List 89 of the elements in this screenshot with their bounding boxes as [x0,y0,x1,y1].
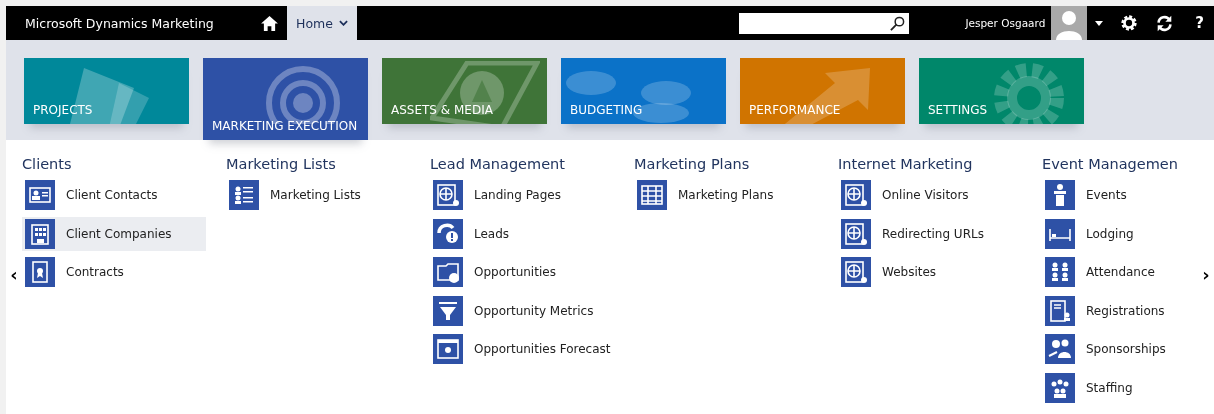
gear-icon [994,63,1064,124]
menu-item[interactable]: Client Companies [22,216,206,251]
home-icon[interactable] [261,15,278,31]
globe-page-icon [841,180,871,210]
item-label: Landing Pages [474,188,561,202]
item-label: Leads [474,226,510,241]
coins-icon [566,71,694,123]
people-icon [1045,334,1075,364]
search-icon[interactable] [890,15,906,31]
bed-icon [1045,218,1075,249]
item-label: Opportunities [474,265,556,279]
item-label: Attendance [1086,265,1155,279]
certificate-icon [25,257,55,287]
item-label: Opportunities Forecast [474,342,611,356]
item-label: Marketing Plans [678,188,774,202]
menu-item[interactable]: Client Contacts [22,178,206,212]
funnel-icon [433,295,463,326]
menu-item[interactable]: Opportunity Metrics [430,293,614,328]
refresh-icon[interactable] [1156,14,1174,32]
app-title: Microsoft Dynamics Marketing [25,15,215,31]
menu-item[interactable]: Marketing Plans [634,178,818,212]
group-heading: Internet Marketing [838,156,974,172]
next-button[interactable]: › [1198,264,1214,285]
menu-item[interactable]: Registrations [1042,293,1198,328]
tile-label: ASSETS & MEDIA [390,103,493,119]
document-icon [1045,295,1075,326]
menu-item[interactable]: Attendance [1042,255,1198,289]
group-heading: Marketing Lists [226,156,337,172]
podium-icon [1045,180,1075,210]
group-heading: Marketing Plans [634,156,751,172]
item-label: Registrations [1086,303,1165,318]
grid-icon [637,180,667,210]
item-label: Contracts [66,265,124,279]
item-label: Opportunity Metrics [474,303,594,318]
item-label: Lodging [1086,226,1134,241]
chevron-icon [338,20,348,26]
tile[interactable]: ASSETS & MEDIA [382,58,547,124]
globe-page-icon [433,180,463,210]
group-icon [1045,372,1075,403]
folder-icon [433,257,463,287]
item-label: Websites [882,265,937,279]
tile-label: BUDGETING [569,103,643,119]
help-button[interactable]: ? [1191,14,1208,32]
item-label: Client Companies [66,226,172,241]
item-label: Marketing Lists [270,188,361,202]
menu-item[interactable]: Websites [838,255,1022,289]
people-icon [1045,257,1075,287]
settings-icon[interactable] [1120,14,1139,32]
tile[interactable]: PROJECTS [24,58,189,124]
previous-button[interactable]: ‹ [6,264,22,285]
globe-page-icon [841,218,871,249]
menu-item[interactable]: Online Visitors [838,178,1022,212]
home-tab[interactable]: Home [287,6,357,40]
caret-icon[interactable] [1095,20,1104,26]
menu-item[interactable]: Events [1042,178,1198,212]
menu-item[interactable]: Contracts [22,255,206,289]
menu-item[interactable]: Marketing Lists [226,178,410,212]
group-heading: Event Managemen [1042,156,1179,172]
user-name[interactable]: Jesper Osgaard [965,17,1046,29]
tile[interactable]: MARKETING EXECUTION [203,58,368,140]
item-label: Online Visitors [882,188,969,202]
menu-item[interactable]: Opportunities Forecast [430,332,614,366]
phone-icon [433,218,463,249]
tile-label: PROJECTS [32,103,93,119]
item-label: Staffing [1086,380,1133,395]
menu-item[interactable]: Opportunities [430,255,614,289]
group-heading: Clients [22,156,73,172]
menu-item[interactable]: Redirecting URLs [838,216,1022,251]
tile-label: PERFORMANCE [748,103,841,119]
tile[interactable]: SETTINGS [919,58,1084,124]
menu-item[interactable]: Leads [430,216,614,251]
item-label: Sponsorships [1086,342,1166,356]
menu-item[interactable]: Landing Pages [430,178,614,212]
contact-card-icon [25,180,55,210]
menu-item[interactable]: Staffing [1042,370,1198,405]
contact-list-icon [229,180,259,210]
group-heading: Lead Management [430,156,566,172]
building-icon [25,218,55,249]
tile-label: MARKETING EXECUTION [211,119,358,135]
menu-item[interactable]: Lodging [1042,216,1198,251]
menu-item[interactable]: Sponsorships [1042,332,1198,366]
window-icon [433,334,463,364]
item-label: Events [1086,188,1127,202]
globe-page-icon [841,257,871,287]
avatar-icon[interactable] [1051,6,1088,40]
tile[interactable]: BUDGETING [561,58,726,124]
item-label: Client Contacts [66,188,158,202]
tile-label: SETTINGS [927,103,988,119]
item-label: Redirecting URLs [882,226,984,241]
